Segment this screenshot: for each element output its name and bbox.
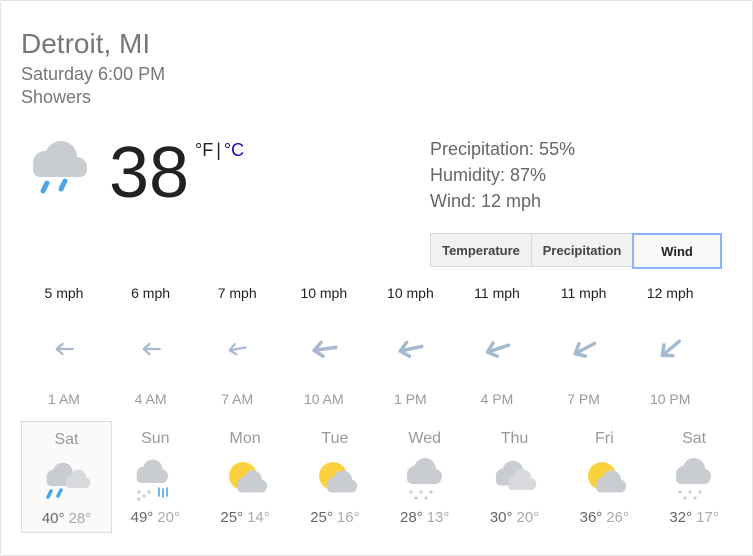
wind-arrow-icon (485, 341, 511, 359)
precipitation-stat: Precipitation: 55% (430, 139, 576, 159)
day-name: Sun (141, 430, 170, 447)
day-temperatures: 30° 20° (470, 509, 559, 526)
unit-fahrenheit: °F (195, 140, 214, 160)
unit-separator: | (216, 140, 221, 160)
wind-time-label: 7 PM (567, 391, 600, 407)
wind-forecast: 5 mph 1 AM 6 mph 4 AM 7 mph 7 AM 10 mph 10 AM 10… (1, 285, 752, 415)
partly-cloudy-icon (307, 456, 363, 502)
day-high-temp: 25° (310, 509, 333, 526)
unit-celsius-link[interactable]: °C (224, 140, 244, 160)
wind-arrow-icon (55, 342, 74, 356)
current-time: Saturday 6:00 PM (21, 64, 166, 84)
day-temperatures: 25° 14° (201, 509, 290, 526)
partly-cloudy-icon (576, 456, 632, 502)
wind-arrow-icon (142, 342, 161, 356)
wind-speed-label: 10 mph (300, 285, 348, 301)
day-forecast-tue[interactable]: Tue 25° 16° (290, 421, 379, 531)
day-low-temp: 20° (516, 509, 540, 526)
day-forecast-mon[interactable]: Mon 25° 14° (201, 421, 290, 531)
day-high-temp: 30° (489, 509, 513, 526)
wind-speed-label: 12 mph (646, 285, 694, 301)
daily-forecast: Sat 40° 28° Sun 49° 20° Mon 25° 14° Tue 25° 16° Wed 2… (1, 421, 752, 541)
day-forecast-wed[interactable]: Wed 28° 13° (380, 421, 469, 531)
tab-temperature[interactable]: Temperature (430, 233, 532, 267)
wind-speed-label: 1 (714, 285, 752, 301)
wind-time-label: 1 PM (394, 391, 427, 407)
day-name: Thu (500, 430, 529, 447)
wind-speed-label: 10 mph (387, 285, 434, 301)
day-high-temp: 36° (579, 509, 603, 526)
wind-speed-label: 11 mph (474, 285, 520, 301)
humidity-stat: Humidity: 87% (430, 165, 547, 185)
cloud-snow-icon (666, 456, 722, 502)
wind-arrow-icon (573, 341, 596, 358)
day-high-temp: 28° (400, 509, 423, 526)
day-name: Wed (408, 430, 441, 447)
day-low-temp: 28° (68, 510, 92, 527)
current-temperature: 38 (109, 133, 190, 213)
day-name: Sat (54, 431, 79, 448)
wind-time-label: 4 PM (480, 391, 514, 407)
day-name: Fri (594, 430, 614, 447)
cloud-snow-rain-icon (127, 456, 183, 502)
day-temperatures: 36° 26° (560, 509, 649, 526)
weather-card: Detroit, MI Saturday 6:00 PM Showers 38 … (0, 0, 753, 556)
tab-wind[interactable]: Wind (632, 233, 722, 269)
wind-speed-label: 11 mph (560, 285, 607, 301)
day-low-temp: 13° (426, 509, 450, 526)
chart-tabs: Temperature Precipitation Wind (430, 233, 722, 269)
day-forecast-sun[interactable]: Sun 49° 20° (111, 421, 200, 531)
day-low-temp: 26° (606, 509, 629, 526)
day-low-temp: 16° (336, 509, 360, 526)
wind-time-label: 7 AM (221, 391, 254, 407)
wind-time-label: 10 AM (303, 391, 344, 407)
wind-stat: Wind: 12 mph (430, 191, 542, 211)
day-temperatures: 25° 16° (290, 509, 379, 526)
wind-speed-label: 7 mph (217, 285, 257, 301)
cloud-rain-icon (23, 137, 93, 201)
day-name: Tue (321, 430, 349, 447)
day-high-temp: 49° (130, 509, 154, 526)
wind-arrow-icon (398, 340, 424, 359)
day-temperatures: 28° 13° (380, 509, 469, 526)
day-high-temp: 32° (669, 509, 693, 526)
cloud-rain-icon (39, 457, 95, 503)
wind-time-label: 1 AM (48, 391, 80, 407)
wind-time-label: 10 PM (649, 391, 691, 407)
day-temperatures: 40° 28° (22, 510, 111, 527)
day-forecast-fri[interactable]: Fri 36° 26° (560, 421, 649, 531)
location-title: Detroit, MI (21, 28, 151, 59)
wind-speed-label: 6 mph (131, 285, 171, 301)
day-forecast-thu[interactable]: Thu 30° 20° (470, 421, 559, 531)
day-low-temp: 14° (247, 509, 270, 526)
day-name: Mon (229, 430, 261, 447)
day-temperatures: 32° 17° (650, 509, 739, 526)
wind-arrow-icon (312, 340, 338, 358)
wind-arrow-icon (660, 339, 682, 358)
cloud-snow-icon (397, 456, 453, 502)
wind-time-label: 4 AM (134, 391, 167, 407)
partly-cloudy-icon (217, 456, 273, 502)
wind-speed-label: 5 mph (44, 285, 84, 301)
day-high-temp: 25° (220, 509, 244, 526)
current-condition: Showers (21, 87, 92, 107)
day-forecast-sat[interactable]: Sat 40° 28° (21, 421, 112, 533)
day-forecast-sat[interactable]: Sat 32° 17° (650, 421, 739, 531)
day-temperatures: 49° 20° (111, 509, 200, 526)
weather-stats: Precipitation: 55% Humidity: 87% Wind: 1… (430, 136, 575, 214)
day-name: Sat (682, 430, 707, 447)
unit-toggle: °F | °C (195, 139, 244, 161)
day-low-temp: 20° (157, 509, 180, 526)
tab-precipitation[interactable]: Precipitation (531, 233, 633, 267)
cloudy-icon (487, 456, 543, 502)
day-low-temp: 17° (696, 509, 719, 526)
day-high-temp: 40° (41, 510, 65, 527)
wind-arrow-icon (228, 343, 247, 356)
